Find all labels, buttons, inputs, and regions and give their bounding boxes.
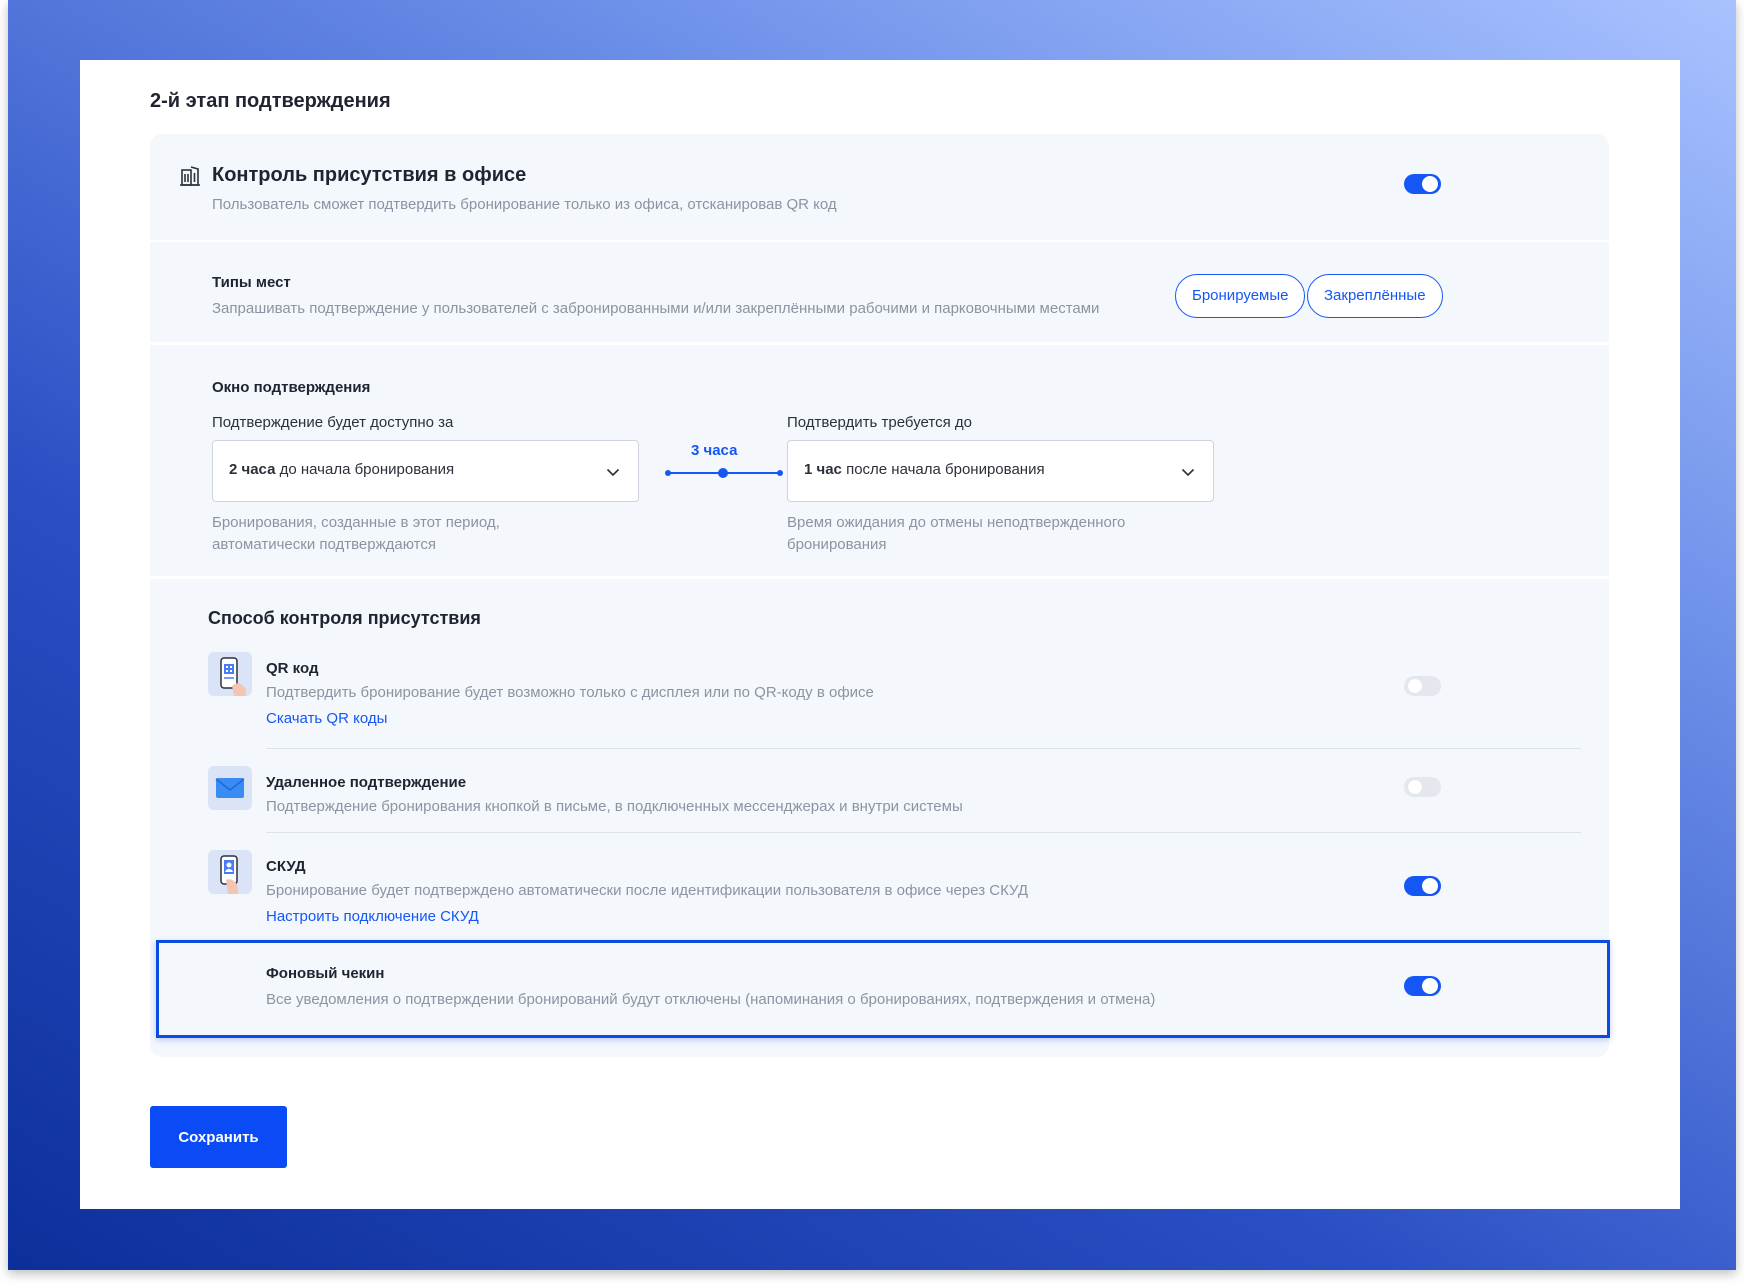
presence-control-card: Контроль присутствия в офисе Пользовател… — [150, 134, 1610, 1057]
window-span-label: 3 часа — [691, 442, 738, 459]
place-types-subtitle: Запрашивать подтверждение у пользователе… — [212, 300, 1100, 317]
background-checkin-title: Фоновый чекин — [266, 965, 385, 982]
toggle-knob — [1422, 878, 1438, 894]
background-checkin-subtitle: Все уведомления о подтверждении брониров… — [266, 991, 1156, 1008]
remote-method-subtitle: Подтверждение бронирования кнопкой в пис… — [266, 798, 963, 815]
method-divider — [266, 832, 1581, 833]
window-start-label: Подтверждение будет доступно за — [212, 414, 454, 431]
remote-method-title: Удаленное подтверждение — [266, 774, 467, 791]
presence-subtitle: Пользователь сможет подтвердить брониров… — [212, 196, 837, 213]
place-types-title: Типы мест — [212, 274, 291, 291]
window-end-label: Подтвердить требуется до — [787, 414, 972, 431]
window-start-value: 2 часа до начала бронирования — [229, 461, 455, 478]
remote-method-toggle[interactable] — [1404, 777, 1441, 797]
window-end-value: 1 час после начала бронирования — [804, 461, 1045, 478]
qr-method-title: QR код — [266, 660, 319, 677]
chevron-down-icon — [1181, 468, 1195, 477]
download-qr-link[interactable]: Скачать QR коды — [266, 710, 387, 727]
background-checkin-row: Фоновый чекин Все уведомления о подтверж… — [156, 940, 1610, 1038]
settings-panel: 2-й этап подтверждения Контроль присутст… — [80, 60, 1680, 1209]
background-checkin-toggle[interactable] — [1404, 976, 1441, 996]
window-start-select[interactable]: 2 часа до начала бронирования — [212, 440, 639, 502]
method-divider — [266, 748, 1581, 749]
skud-method-title: СКУД — [266, 858, 306, 875]
save-button[interactable]: Сохранить — [150, 1106, 287, 1168]
bookable-type-button[interactable]: Бронируемые — [1175, 274, 1306, 318]
window-span-marker — [718, 468, 728, 478]
qr-method-toggle[interactable] — [1404, 676, 1441, 696]
configure-skud-link[interactable]: Настроить подключение СКУД — [266, 908, 479, 925]
window-start-help: Бронирования, созданные в этот период, а… — [212, 514, 500, 553]
toggle-knob — [1407, 779, 1423, 795]
toggle-knob — [1422, 978, 1438, 994]
methods-title: Способ контроля присутствия — [208, 608, 481, 628]
section-title: 2-й этап подтверждения — [150, 90, 391, 112]
presence-toggle[interactable] — [1404, 174, 1441, 194]
qr-method-subtitle: Подтвердить бронирование будет возможно … — [266, 684, 874, 701]
presence-header: Контроль присутствия в офисе Пользовател… — [150, 134, 1609, 242]
presence-title: Контроль присутствия в офисе — [212, 164, 527, 186]
divider — [150, 576, 1609, 579]
office-building-icon — [180, 166, 200, 186]
background-frame: 2-й этап подтверждения Контроль присутст… — [8, 0, 1736, 1270]
qr-phone-icon — [208, 652, 252, 696]
envelope-icon — [208, 766, 252, 810]
assigned-type-button[interactable]: Закреплённые — [1307, 274, 1443, 318]
skud-method-toggle[interactable] — [1404, 876, 1441, 896]
access-card-icon — [208, 850, 252, 894]
divider — [150, 342, 1609, 345]
window-title: Окно подтверждения — [212, 379, 371, 396]
window-end-help: Время ожидания до отмены неподтвержденно… — [787, 514, 1126, 553]
toggle-knob — [1422, 176, 1438, 192]
window-span-start-dot — [665, 470, 671, 476]
window-span-end-dot — [777, 470, 783, 476]
skud-method-subtitle: Бронирование будет подтверждено автомати… — [266, 882, 1028, 899]
chevron-down-icon — [606, 468, 620, 477]
toggle-knob — [1407, 678, 1423, 694]
window-end-select[interactable]: 1 час после начала бронирования — [787, 440, 1214, 502]
